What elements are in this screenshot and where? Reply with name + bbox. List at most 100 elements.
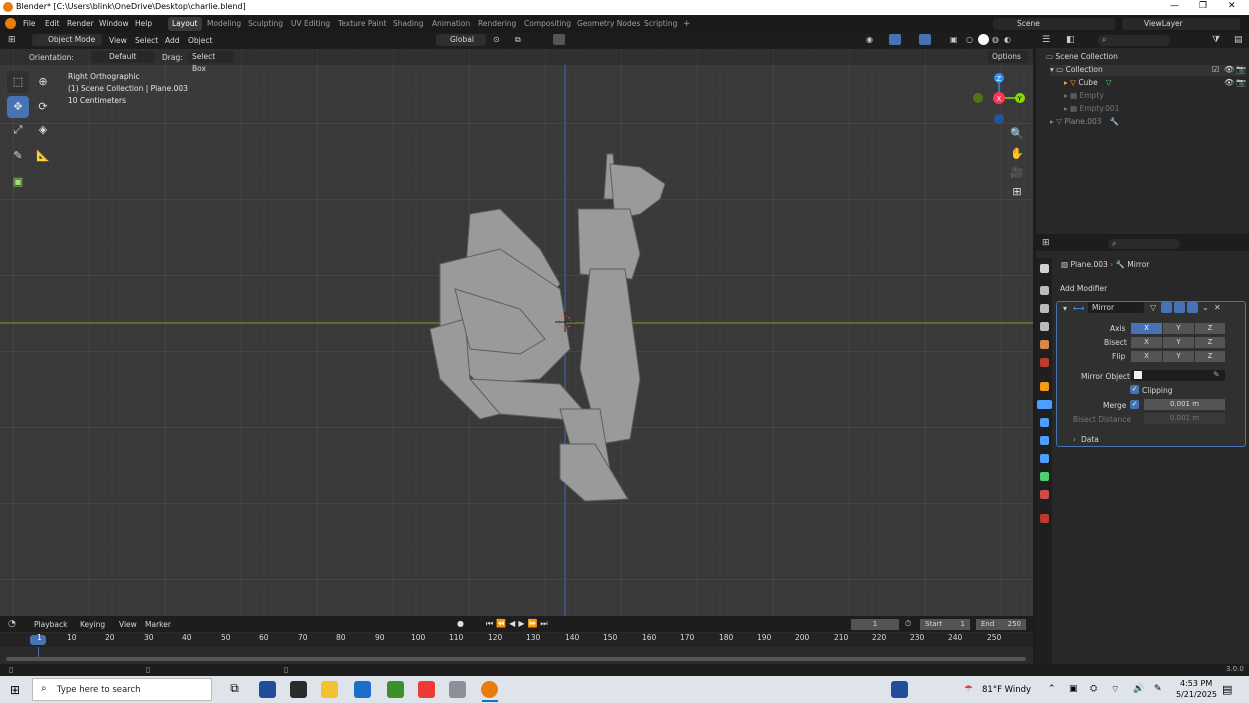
bisect-y-toggle[interactable]: Y [1163, 337, 1194, 348]
flip-z-toggle[interactable]: Z [1195, 351, 1225, 362]
filter-icon[interactable]: ⧩ [1212, 35, 1220, 45]
wifi-icon[interactable]: ⌔ [1111, 684, 1119, 695]
orientation-selector[interactable]: Default [91, 51, 155, 63]
tray-icon-2[interactable]: ⛭ [1090, 684, 1097, 694]
tray-icon-1[interactable]: ▣ [1069, 684, 1078, 694]
measure-tool-icon[interactable]: 📐 [32, 145, 54, 167]
viewport-toggle-icon[interactable] [1174, 302, 1185, 313]
flip-y-toggle[interactable]: Y [1163, 351, 1194, 362]
object-tab-icon[interactable] [1040, 382, 1049, 391]
pan-hand-icon[interactable]: ✋ [1007, 144, 1027, 164]
xray-icon[interactable]: ▣ [950, 35, 958, 44]
menu-window[interactable]: Window [99, 19, 129, 28]
data-expand-icon[interactable]: › [1073, 435, 1076, 444]
mirror-object-field[interactable]: ✎ [1131, 370, 1225, 381]
constraints-tab-icon[interactable] [1040, 454, 1049, 463]
clock-date[interactable]: 5/21/2025 [1176, 690, 1217, 699]
add-modifier-button[interactable]: Add Modifier [1056, 283, 1244, 295]
texture-tab-icon[interactable] [1040, 514, 1049, 523]
modifier-tab-icon[interactable] [1037, 400, 1052, 409]
cube-camera-icon[interactable]: 📷 [1236, 78, 1246, 87]
gizmo-toggle-icon[interactable] [889, 34, 901, 45]
clipping-checkbox[interactable]: ✓ [1130, 385, 1139, 394]
properties-editor-icon[interactable]: ⊞ [1042, 238, 1050, 248]
data-tab-icon[interactable] [1040, 472, 1049, 481]
render-toggle-icon[interactable] [1187, 302, 1198, 313]
tab-rendering[interactable]: Rendering [478, 19, 516, 28]
tab-sculpting[interactable]: Sculpting [248, 19, 283, 28]
material-shading-icon[interactable]: ◍ [992, 35, 999, 44]
clock-time[interactable]: 4:53 PM [1180, 679, 1212, 688]
task-view-icon[interactable]: ⧉ [226, 681, 243, 698]
display-mode-icon[interactable]: ◧ [1066, 35, 1075, 45]
bisect-z-toggle[interactable]: Z [1195, 337, 1225, 348]
cage-toggle-icon[interactable] [1161, 302, 1172, 313]
overlay-toggle-icon[interactable] [919, 34, 931, 45]
axis-x-toggle[interactable]: X [1131, 323, 1162, 334]
launcher-app-icon[interactable] [259, 681, 276, 698]
playback-controls-icon[interactable]: ⏮⏪◀▶⏩⏭ [486, 619, 551, 629]
transform-tool-icon[interactable]: ◈ [32, 119, 54, 141]
tab-geometry-nodes[interactable]: Geometry Nodes [577, 19, 640, 28]
axis-y-toggle[interactable]: Y [1163, 323, 1194, 334]
particles-tab-icon[interactable] [1040, 418, 1049, 427]
add-workspace-button[interactable]: + [683, 19, 691, 29]
view-layer-tab-icon[interactable] [1040, 322, 1049, 331]
tool-tab-icon[interactable] [1040, 264, 1049, 273]
3d-viewport[interactable]: Right Orthographic (1) Scene Collection … [0, 49, 1033, 616]
scale-tool-icon[interactable]: ⤢ [7, 119, 29, 141]
modifier-name-field[interactable]: Mirror [1088, 302, 1144, 313]
pivot-icon[interactable]: ⊙ [493, 35, 500, 44]
outliner-row-cube[interactable]: ▸ ▽ Cube ▽ [1064, 78, 1111, 87]
current-frame-field[interactable]: 1 [851, 619, 899, 630]
proportional-edit-icon[interactable] [553, 34, 565, 45]
menu-file[interactable]: File [23, 19, 36, 28]
marker-menu[interactable]: Marker [145, 620, 171, 629]
timeline-view-menu[interactable]: View [119, 620, 137, 629]
properties-search-input[interactable]: ⌕ [1108, 239, 1180, 249]
blender-taskbar-icon[interactable] [481, 681, 498, 698]
scene-selector[interactable]: Scene [993, 18, 1115, 30]
bisect-x-toggle[interactable]: X [1131, 337, 1162, 348]
tab-compositing[interactable]: Compositing [524, 19, 571, 28]
timeline-editor-icon[interactable]: ◔ [8, 619, 16, 629]
tray-app-icon[interactable] [891, 681, 908, 698]
physics-tab-icon[interactable] [1040, 436, 1049, 445]
merge-checkbox[interactable]: ✓ [1130, 400, 1139, 409]
timeline-scrollbar[interactable] [6, 657, 1026, 661]
wireframe-shading-icon[interactable]: ○ [966, 35, 973, 44]
rotate-tool-icon[interactable]: ⟳ [32, 96, 54, 118]
camera-icon[interactable]: 🎥 [1007, 163, 1027, 183]
keying-menu[interactable]: Keying [80, 620, 105, 629]
merge-distance-field[interactable]: 0.001 m [1144, 399, 1225, 410]
menu-add[interactable]: Add [165, 36, 180, 45]
pen-icon[interactable]: ✎ [1154, 684, 1162, 694]
tray-expand-icon[interactable]: ⌃ [1048, 684, 1056, 694]
tab-modeling[interactable]: Modeling [207, 19, 241, 28]
modifier-collapse-icon[interactable]: ▾ [1063, 304, 1067, 313]
ortho-grid-icon[interactable]: ⊞ [1007, 182, 1027, 202]
cube-visibility-icon[interactable]: 👁 [1224, 78, 1234, 87]
store-icon[interactable] [354, 681, 371, 698]
data-subpanel-label[interactable]: Data [1081, 435, 1099, 444]
outliner-row-empty001[interactable]: ▸ ▦ Empty.001 [1064, 104, 1119, 113]
menu-edit[interactable]: Edit [45, 19, 60, 28]
outliner-editor-icon[interactable]: ☰ [1042, 35, 1050, 45]
mode-selector[interactable]: Object Mode [32, 34, 102, 46]
tab-shading[interactable]: Shading [393, 19, 423, 28]
app-icon[interactable] [449, 681, 466, 698]
bisect-distance-field[interactable]: 0.001 m [1144, 413, 1225, 424]
start-frame-field[interactable]: Start 1 [920, 619, 970, 630]
rendered-shading-icon[interactable]: ◐ [1004, 35, 1011, 44]
tab-uv-editing[interactable]: UV Editing [291, 19, 330, 28]
modifier-dropdown-icon[interactable]: ⌄ [1202, 303, 1209, 312]
epic-games-icon[interactable] [290, 681, 307, 698]
menu-object[interactable]: Object [188, 36, 212, 45]
vivaldi-icon[interactable] [418, 681, 435, 698]
drag-selector[interactable]: Select Box [188, 51, 234, 73]
blender-menu-icon[interactable] [5, 18, 16, 29]
volume-icon[interactable]: 🔊 [1133, 684, 1144, 694]
editor-type-icon[interactable]: ⊞ [8, 35, 16, 45]
snap-icon[interactable]: ⧉ [515, 35, 521, 45]
playback-menu[interactable]: Playback [34, 620, 67, 629]
